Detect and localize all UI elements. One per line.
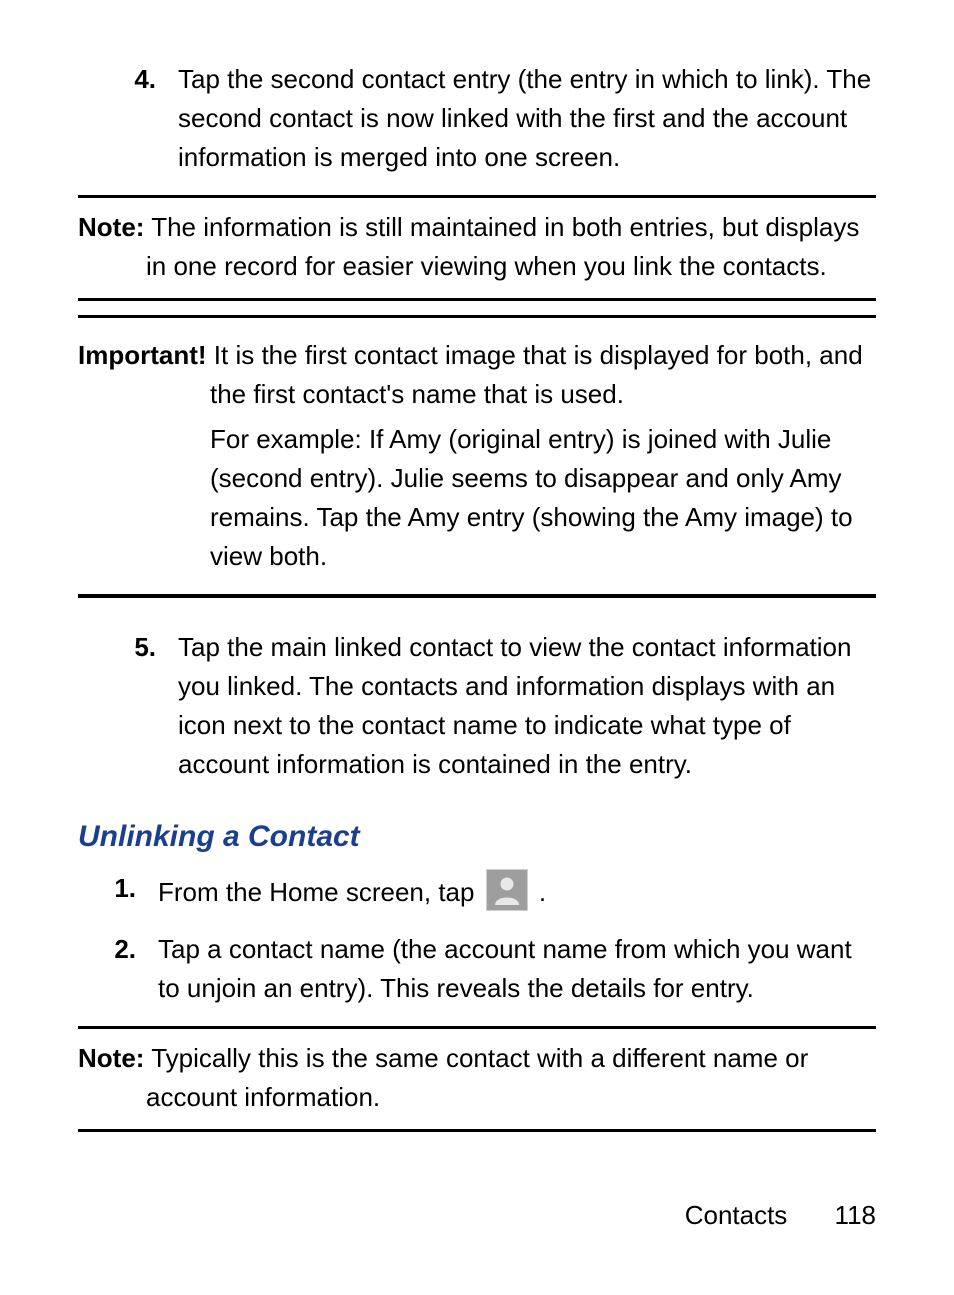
step-text: From the Home screen, tap . <box>158 869 876 912</box>
footer-page-number: 118 <box>835 1200 876 1230</box>
unlink-step-2: 2. Tap a contact name (the account name … <box>98 930 876 1008</box>
note-label: Note: <box>78 212 144 242</box>
page-footer: Contacts 118 <box>685 1196 876 1235</box>
important-label: Important! <box>78 340 207 370</box>
important-text-1: It is the first contact image that is di… <box>210 340 863 409</box>
step-text: Tap a contact name (the account name fro… <box>158 930 876 1008</box>
unlink-step-1: 1. From the Home screen, tap . <box>98 869 876 912</box>
important-line1: Important! It is the first contact image… <box>78 336 876 414</box>
contacts-app-icon <box>486 869 528 911</box>
important-block: Important! It is the first contact image… <box>78 315 876 598</box>
section-heading-unlinking: Unlinking a Contact <box>78 814 876 859</box>
ordered-step-5: 5. Tap the main linked contact to view t… <box>98 628 876 784</box>
step1-pre-text: From the Home screen, tap <box>158 877 482 907</box>
note-block-2: Note: Typically this is the same contact… <box>78 1026 876 1132</box>
ordered-step-4: 4. Tap the second contact entry (the ent… <box>98 60 876 177</box>
note-content: Note: Typically this is the same contact… <box>78 1039 876 1117</box>
step1-post-text: . <box>539 877 546 907</box>
step-number: 5. <box>98 628 178 784</box>
step-number: 1. <box>98 869 158 912</box>
step-number: 4. <box>98 60 178 177</box>
step-text: Tap the second contact entry (the entry … <box>178 60 876 177</box>
document-page: 4. Tap the second contact entry (the ent… <box>0 0 954 1295</box>
note-label: Note: <box>78 1043 144 1073</box>
step-number: 2. <box>98 930 158 1008</box>
note-content: Note: The information is still maintaine… <box>78 208 876 286</box>
note-block-1: Note: The information is still maintaine… <box>78 195 876 301</box>
note-text: Typically this is the same contact with … <box>146 1043 808 1112</box>
note-text: The information is still maintained in b… <box>146 212 859 281</box>
important-text-2: For example: If Amy (original entry) is … <box>78 420 876 576</box>
step-text: Tap the main linked contact to view the … <box>178 628 876 784</box>
footer-section-name: Contacts <box>685 1200 788 1230</box>
